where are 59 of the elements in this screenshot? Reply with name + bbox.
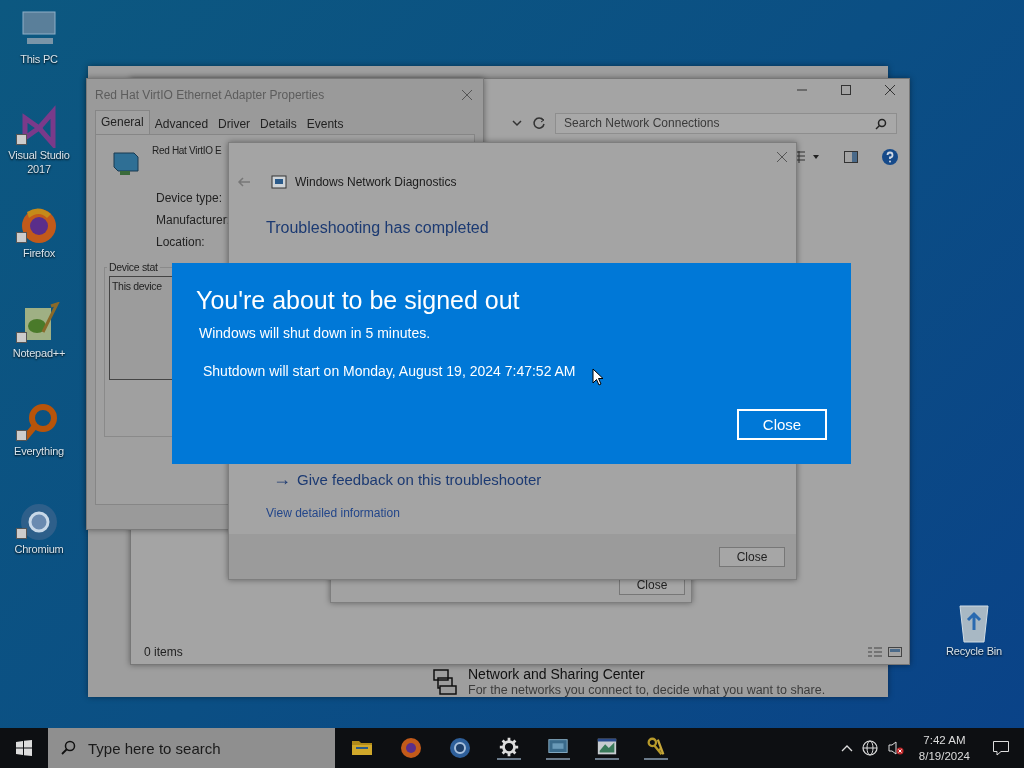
close-button[interactable]: Close	[719, 546, 785, 567]
fox-globe-icon[interactable]	[399, 736, 423, 760]
search-icon	[60, 740, 76, 756]
globe-icon[interactable]	[860, 739, 879, 757]
tab[interactable]: General	[95, 110, 150, 134]
field-label: Device type:	[156, 191, 224, 205]
desktop-icon-label[interactable]: Recycle Bin	[946, 644, 1002, 658]
preview-pane-icon[interactable]	[843, 150, 859, 164]
network-computer-icon	[271, 175, 287, 189]
view-options-icon[interactable]	[795, 150, 821, 164]
speaker-muted-icon[interactable]	[886, 740, 905, 756]
description-text: For the networks you connect to, decide what you want to share.	[468, 683, 826, 697]
link-title[interactable]: Network and Sharing Center	[468, 666, 826, 683]
tab[interactable]: Driver	[213, 114, 256, 134]
notification-icon[interactable]	[992, 740, 1010, 756]
close-icon[interactable]	[776, 151, 788, 163]
chevron-up-icon[interactable]	[840, 744, 853, 752]
heading: Troubleshooting has completed	[265, 218, 490, 237]
close-button[interactable]: Close	[737, 409, 827, 440]
network-adapter-icon	[110, 149, 142, 177]
desktop-icon-label[interactable]: This PC	[20, 52, 58, 66]
tab[interactable]: Advanced	[149, 114, 214, 134]
windows-start-icon[interactable]	[15, 739, 33, 757]
mouse-pointer-icon	[592, 368, 604, 386]
help-icon[interactable]	[881, 148, 899, 166]
refresh-icon[interactable]	[532, 116, 546, 130]
desktop-icon-label[interactable]: Notepad++	[12, 346, 66, 360]
message-text: Windows will shut down in 5 minutes.	[199, 325, 432, 341]
window-picture-icon[interactable]	[595, 736, 619, 760]
desktop-icon-label[interactable]: Chromium	[14, 542, 64, 556]
tab[interactable]: Details	[255, 114, 302, 134]
chromium-icon[interactable]	[448, 736, 472, 760]
desktop-icon-label[interactable]: Visual Studio 2017	[2, 148, 76, 176]
details-link[interactable]: View detailed information	[266, 506, 400, 520]
search-field[interactable]: Type here to search	[48, 728, 335, 768]
desktop-icon-label[interactable]: Everything	[14, 444, 64, 458]
field-label: Location:	[156, 235, 206, 249]
feedback-link[interactable]: → Give feedback on this troubleshooter	[229, 470, 542, 488]
close-icon[interactable]	[883, 83, 897, 97]
maximize-button[interactable]	[839, 83, 853, 97]
tab[interactable]: Events	[301, 114, 349, 134]
dialog-title: You're about to be signed out	[196, 285, 521, 315]
search-field[interactable]: Search Network Connections	[555, 112, 897, 134]
keys-icon[interactable]	[644, 736, 668, 760]
dropdown-icon[interactable]	[511, 117, 523, 129]
window-title: Windows Network Diagnostics	[295, 175, 457, 189]
monitor-icon[interactable]	[546, 736, 570, 760]
status-text: This device	[112, 280, 162, 292]
gear-icon[interactable]	[497, 736, 521, 760]
window-title: Red Hat VirtIO Ethernet Adapter Properties	[95, 88, 325, 102]
tiles-view-icon[interactable]	[887, 646, 903, 658]
group-label: Device stat	[107, 261, 160, 273]
item-count-text: 0 items	[144, 645, 184, 659]
close-icon[interactable]	[461, 89, 473, 101]
clock[interactable]: 7:42 AM 8/19/2024	[918, 732, 970, 764]
device-name: Red Hat VirtIO E	[152, 145, 222, 156]
desktop-icon-label[interactable]: Firefox	[22, 246, 56, 260]
message-text: Shutdown will start on Monday, August 19, 2024 7:47:52 AM	[203, 363, 576, 379]
search-icon	[875, 117, 887, 130]
